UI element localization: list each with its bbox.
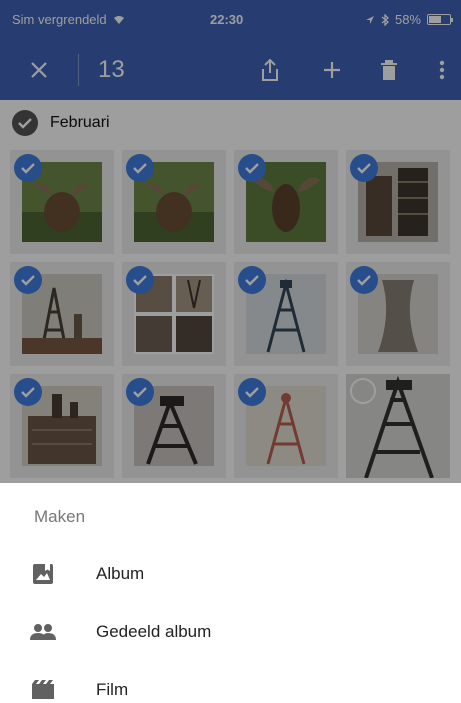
album-icon	[28, 559, 58, 589]
create-album-item[interactable]: Album	[0, 546, 461, 602]
sheet-title: Maken	[34, 507, 86, 526]
create-shared-album-label: Gedeeld album	[96, 622, 212, 641]
status-scrim	[0, 0, 461, 40]
film-icon	[28, 675, 58, 703]
create-shared-album-item[interactable]: Gedeeld album	[0, 604, 461, 660]
create-album-label: Album	[96, 564, 145, 583]
modal-scrim[interactable]	[0, 40, 461, 483]
create-film-label: Film	[96, 680, 129, 699]
create-bottom-sheet: Maken Album Gedeeld album Film	[0, 483, 461, 703]
create-film-item[interactable]: Film	[0, 662, 461, 703]
shared-album-icon	[28, 617, 58, 647]
